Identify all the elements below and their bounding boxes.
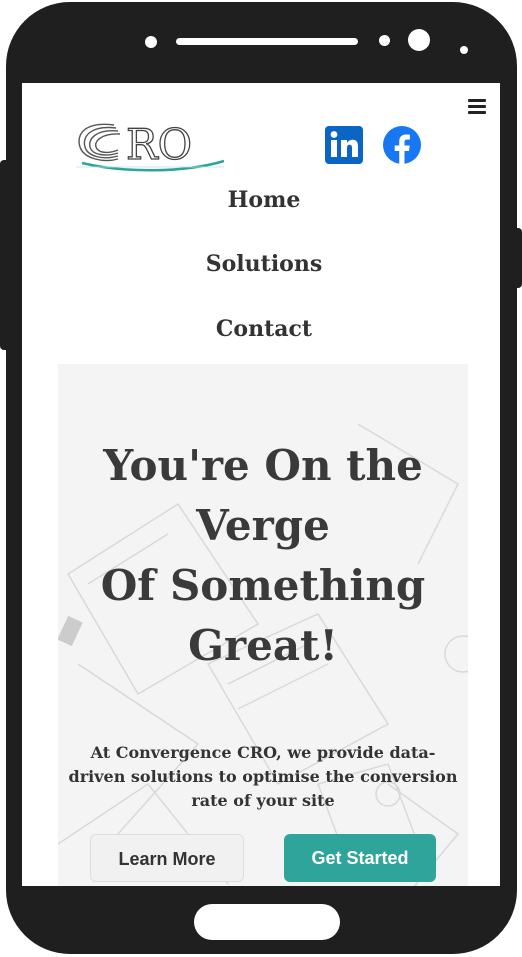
- phone-sensor-dot: [379, 35, 390, 46]
- hero-text-line: rate of your site: [191, 791, 335, 810]
- logo-text: RO: [126, 120, 192, 169]
- phone-camera: [408, 29, 430, 51]
- phone-screen: RO Home Solutions Contact You're On the …: [22, 83, 500, 886]
- hero-title-line: Verge: [196, 501, 330, 550]
- site-logo[interactable]: RO: [74, 115, 230, 175]
- phone-sensor-dot: [145, 36, 157, 48]
- hero-title-line: Of Something: [100, 561, 426, 610]
- hero-text-line: driven solutions to optimise the convers…: [68, 767, 458, 786]
- hamburger-menu-icon[interactable]: [468, 99, 488, 119]
- nav-contact[interactable]: Contact: [22, 316, 500, 342]
- learn-more-button[interactable]: Learn More: [90, 834, 244, 882]
- linkedin-icon[interactable]: [324, 125, 364, 165]
- phone-sensor-dot: [460, 46, 468, 54]
- facebook-icon[interactable]: [382, 125, 422, 165]
- hero-title: You're On the Verge Of Something Great!: [58, 436, 468, 676]
- hero-section: You're On the Verge Of Something Great! …: [58, 364, 468, 886]
- nav-solutions[interactable]: Solutions: [22, 251, 500, 277]
- get-started-button[interactable]: Get Started: [284, 834, 436, 882]
- phone-speaker: [176, 38, 358, 45]
- phone-home-button[interactable]: [194, 904, 340, 940]
- nav-home[interactable]: Home: [22, 187, 500, 213]
- hero-description: At Convergence CRO, we provide data- dri…: [58, 741, 468, 813]
- hero-text-line: At Convergence CRO, we provide data-: [90, 743, 436, 762]
- hero-title-line: You're On the: [103, 441, 423, 490]
- hero-title-line: Great!: [188, 621, 338, 670]
